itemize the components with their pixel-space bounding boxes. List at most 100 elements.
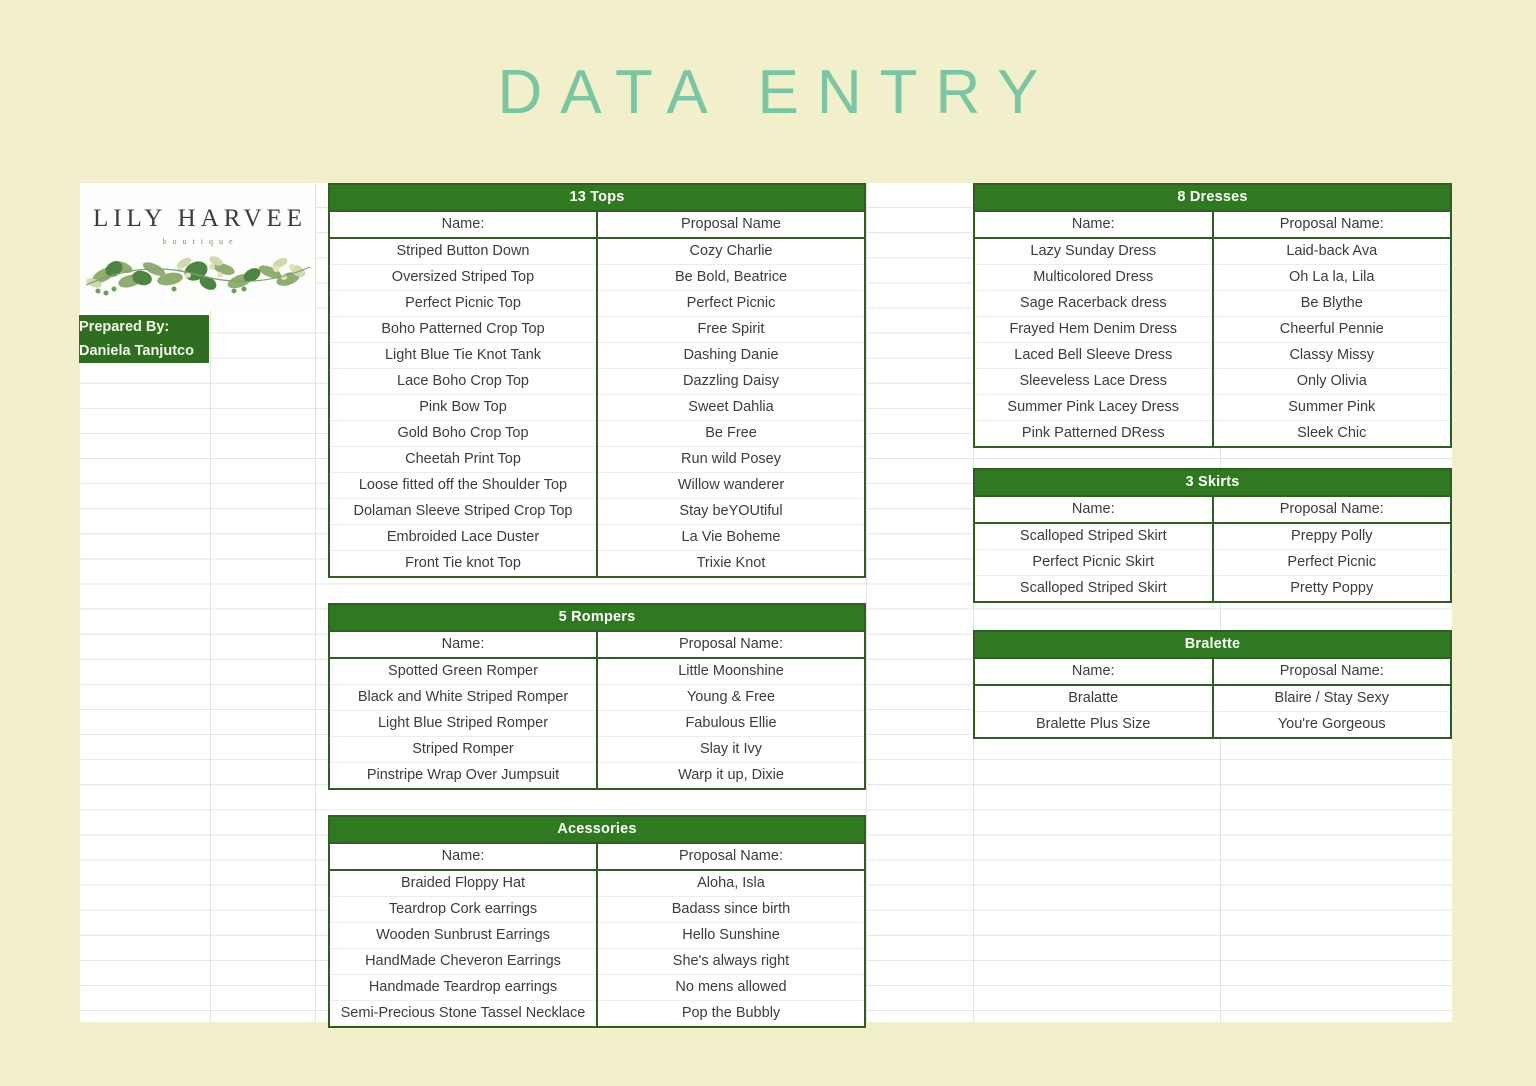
- table-row: Oversized Striped Top Be Bold, Beatrice: [330, 264, 864, 291]
- cell-name: Boho Patterned Crop Top: [330, 316, 598, 343]
- cell-name: Spotted Green Romper: [330, 658, 598, 685]
- cell-name: Pink Patterned DRess: [975, 420, 1214, 446]
- table-row: Black and White Striped Romper Young & Fr…: [330, 684, 864, 711]
- cell-proposal-name: Perfect Picnic: [597, 290, 864, 317]
- table-row: Bralette Plus Size You're Gorgeous: [975, 711, 1450, 737]
- cell-name: Scalloped Striped Skirt: [975, 575, 1214, 601]
- table-row: Summer Pink Lacey Dress Summer Pink: [975, 394, 1450, 421]
- cell-proposal-name: Cozy Charlie: [597, 238, 864, 265]
- cell-proposal-name: Sweet Dahlia: [597, 394, 864, 421]
- cell-name: Lazy Sunday Dress: [975, 238, 1214, 265]
- table-skirts-grid: Name: Proposal Name: Scalloped Striped S…: [975, 497, 1450, 601]
- table-tops-title: 13 Tops: [330, 185, 864, 212]
- cell-proposal-name: Perfect Picnic: [1212, 549, 1450, 576]
- table-row: Scalloped Striped Skirt Preppy Polly: [975, 523, 1450, 550]
- cell-name: Embroided Lace Duster: [330, 524, 598, 551]
- cell-name: Cheetah Print Top: [330, 446, 598, 473]
- table-row: Pinstripe Wrap Over Jumpsuit Warp it up, …: [330, 762, 864, 788]
- cell-name: Loose fitted off the Shoulder Top: [330, 472, 598, 499]
- table-row: Multicolored Dress Oh La la, Lila: [975, 264, 1450, 291]
- column-header-proposal-name: Proposal Name:: [1212, 497, 1450, 524]
- cell-proposal-name: Young & Free: [597, 684, 864, 711]
- table-dresses: 8 Dresses Name: Proposal Name: Lazy Sund…: [973, 183, 1452, 448]
- table-row: HandMade Cheveron Earrings She's always r…: [330, 948, 864, 975]
- table-rompers-title: 5 Rompers: [330, 605, 864, 632]
- cell-name: Sleeveless Lace Dress: [975, 368, 1214, 395]
- grid-column-line: [315, 183, 316, 1022]
- table-row: Braided Floppy Hat Aloha, Isla: [330, 870, 864, 897]
- cell-proposal-name: Run wild Posey: [597, 446, 864, 473]
- table-row: Perfect Picnic Skirt Perfect Picnic: [975, 549, 1450, 576]
- table-bralette: Bralette Name: Proposal Name: Bralatte Bl…: [973, 630, 1452, 739]
- table-header-row: Name: Proposal Name: [330, 212, 864, 239]
- table-row: Perfect Picnic Top Perfect Picnic: [330, 290, 864, 317]
- spreadsheet-canvas: LILY HARVEE boutique Prepared By: Daniel…: [79, 183, 1452, 1028]
- table-rompers: 5 Rompers Name: Proposal Name: Spotted G…: [328, 603, 866, 790]
- cell-name: Oversized Striped Top: [330, 264, 598, 291]
- column-header-proposal-name: Proposal Name: [597, 212, 864, 239]
- cell-name: Summer Pink Lacey Dress: [975, 394, 1214, 421]
- cell-proposal-name: La Vie Boheme: [597, 524, 864, 551]
- grid-column-line: [866, 183, 867, 1022]
- cell-proposal-name: Fabulous Ellie: [597, 710, 864, 737]
- cell-name: Black and White Striped Romper: [330, 684, 598, 711]
- cell-proposal-name: Be Free: [597, 420, 864, 447]
- table-rompers-grid: Name: Proposal Name: Spotted Green Rompe…: [330, 632, 864, 788]
- table-row: Light Blue Striped Romper Fabulous Ellie: [330, 710, 864, 737]
- cell-proposal-name: Willow wanderer: [597, 472, 864, 499]
- table-row: Loose fitted off the Shoulder Top Willow …: [330, 472, 864, 499]
- cell-proposal-name: She's always right: [597, 948, 864, 975]
- cell-proposal-name: Warp it up, Dixie: [678, 767, 784, 783]
- cell-proposal-name: Hello Sunshine: [597, 922, 864, 949]
- cell-name: Teardrop Cork earrings: [330, 896, 598, 923]
- cell-name: Pinstripe Wrap Over Jumpsuit: [330, 762, 598, 788]
- cell-proposal-name: Laid-back Ava: [1212, 238, 1450, 265]
- table-accessories-grid: Name: Proposal Name: Braided Floppy Hat A…: [330, 844, 864, 1026]
- logo-brand-name: LILY HARVEE: [92, 205, 308, 232]
- cell-proposal-name: Blaire / Stay Sexy: [1212, 685, 1450, 712]
- cell-name: Laced Bell Sleeve Dress: [975, 342, 1214, 369]
- table-row: Front Tie knot Top Trixie Knot: [330, 550, 864, 576]
- cell-name: Bralatte: [975, 685, 1214, 712]
- prepared-by-label: Prepared By:: [79, 319, 170, 335]
- cell-proposal-name: Dazzling Daisy: [597, 368, 864, 395]
- cell-name: Sage Racerback dress: [975, 290, 1214, 317]
- prepared-by-box: Prepared By: Daniela Tanjutco: [79, 315, 209, 363]
- cell-proposal-name: Preppy Polly: [1212, 523, 1450, 550]
- table-row: Semi-Precious Stone Tassel Necklace Pop t…: [330, 1000, 864, 1026]
- table-tops: 13 Tops Name: Proposal Name Striped Butt…: [328, 183, 866, 578]
- cell-name: Wooden Sunbrust Earrings: [330, 922, 598, 949]
- table-bralette-grid: Name: Proposal Name: Bralatte Blaire / St…: [975, 659, 1450, 737]
- table-row: Dolaman Sleeve Striped Crop Top Stay beYO…: [330, 498, 864, 525]
- cell-name: Scalloped Striped Skirt: [975, 523, 1214, 550]
- table-row: Sleeveless Lace Dress Only Olivia: [975, 368, 1450, 395]
- table-row: Scalloped Striped Skirt Pretty Poppy: [975, 575, 1450, 601]
- prepared-by-value: Daniela Tanjutco: [79, 343, 194, 359]
- table-row: Teardrop Cork earrings Badass since birth: [330, 896, 864, 923]
- cell-name: Front Tie knot Top: [330, 550, 598, 576]
- cell-proposal-name: You're Gorgeous: [1277, 716, 1386, 732]
- column-header-name: Name:: [330, 844, 598, 871]
- table-header-row: Name: Proposal Name:: [975, 212, 1450, 239]
- column-header-name: Name:: [975, 659, 1214, 686]
- table-skirts-title: 3 Skirts: [975, 470, 1450, 497]
- table-row: Frayed Hem Denim Dress Cheerful Pennie: [975, 316, 1450, 343]
- cell-proposal-name: Pretty Poppy: [1290, 580, 1374, 596]
- cell-proposal-name: Sleek Chic: [1297, 425, 1367, 441]
- cell-name: Lace Boho Crop Top: [330, 368, 598, 395]
- cell-proposal-name: Free Spirit: [597, 316, 864, 343]
- column-header-proposal-name: Proposal Name:: [597, 844, 864, 871]
- table-row: Gold Boho Crop Top Be Free: [330, 420, 864, 447]
- table-header-row: Name: Proposal Name:: [330, 844, 864, 871]
- cell-name: Pink Bow Top: [330, 394, 598, 421]
- cell-name: Handmade Teardrop earrings: [330, 974, 598, 1001]
- table-bralette-title: Bralette: [975, 632, 1450, 659]
- table-row: Wooden Sunbrust Earrings Hello Sunshine: [330, 922, 864, 949]
- cell-proposal-name: Dashing Danie: [597, 342, 864, 369]
- table-header-row: Name: Proposal Name:: [975, 659, 1450, 686]
- table-row: Sage Racerback dress Be Blythe: [975, 290, 1450, 317]
- cell-proposal-name: Pop the Bubbly: [681, 1005, 781, 1021]
- table-row: Lace Boho Crop Top Dazzling Daisy: [330, 368, 864, 395]
- page-title: DATA ENTRY: [497, 58, 1057, 127]
- cell-proposal-name: Slay it Ivy: [597, 736, 864, 763]
